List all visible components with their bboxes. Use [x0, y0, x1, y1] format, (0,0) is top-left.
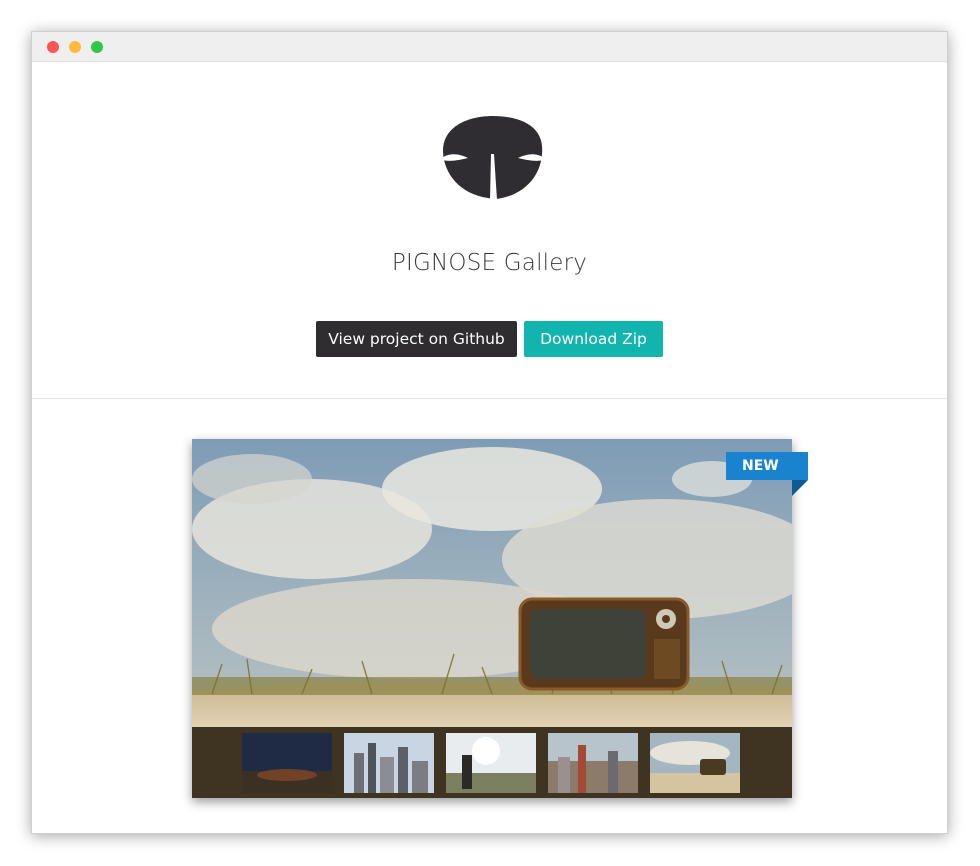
gallery-main-image[interactable]	[192, 439, 792, 727]
thumbnail-city-aerial[interactable]	[548, 733, 638, 793]
thumbnail-person-in-sunlight[interactable]	[446, 733, 536, 793]
view-on-github-button[interactable]: View project on Github	[316, 321, 517, 357]
thumbnail-tv-dune[interactable]	[650, 733, 740, 793]
window-titlebar	[32, 32, 947, 62]
thumbnail-night-sky[interactable]	[242, 733, 332, 793]
new-badge: NEW	[726, 452, 808, 480]
close-window-button[interactable]	[47, 41, 59, 53]
thumbnail-strip	[192, 727, 792, 798]
pig-nose-logo-icon	[442, 116, 544, 200]
browser-window: PIGNOSE Gallery View project on Github D…	[31, 31, 948, 834]
gallery-viewer	[192, 439, 792, 798]
badge-fold	[792, 480, 808, 496]
page-title: PIGNOSE Gallery	[391, 250, 588, 276]
download-zip-button[interactable]: Download Zip	[524, 321, 663, 357]
maximize-window-button[interactable]	[91, 41, 103, 53]
thumbnail-city-skyline[interactable]	[344, 733, 434, 793]
section-divider	[32, 398, 947, 399]
minimize-window-button[interactable]	[69, 41, 81, 53]
